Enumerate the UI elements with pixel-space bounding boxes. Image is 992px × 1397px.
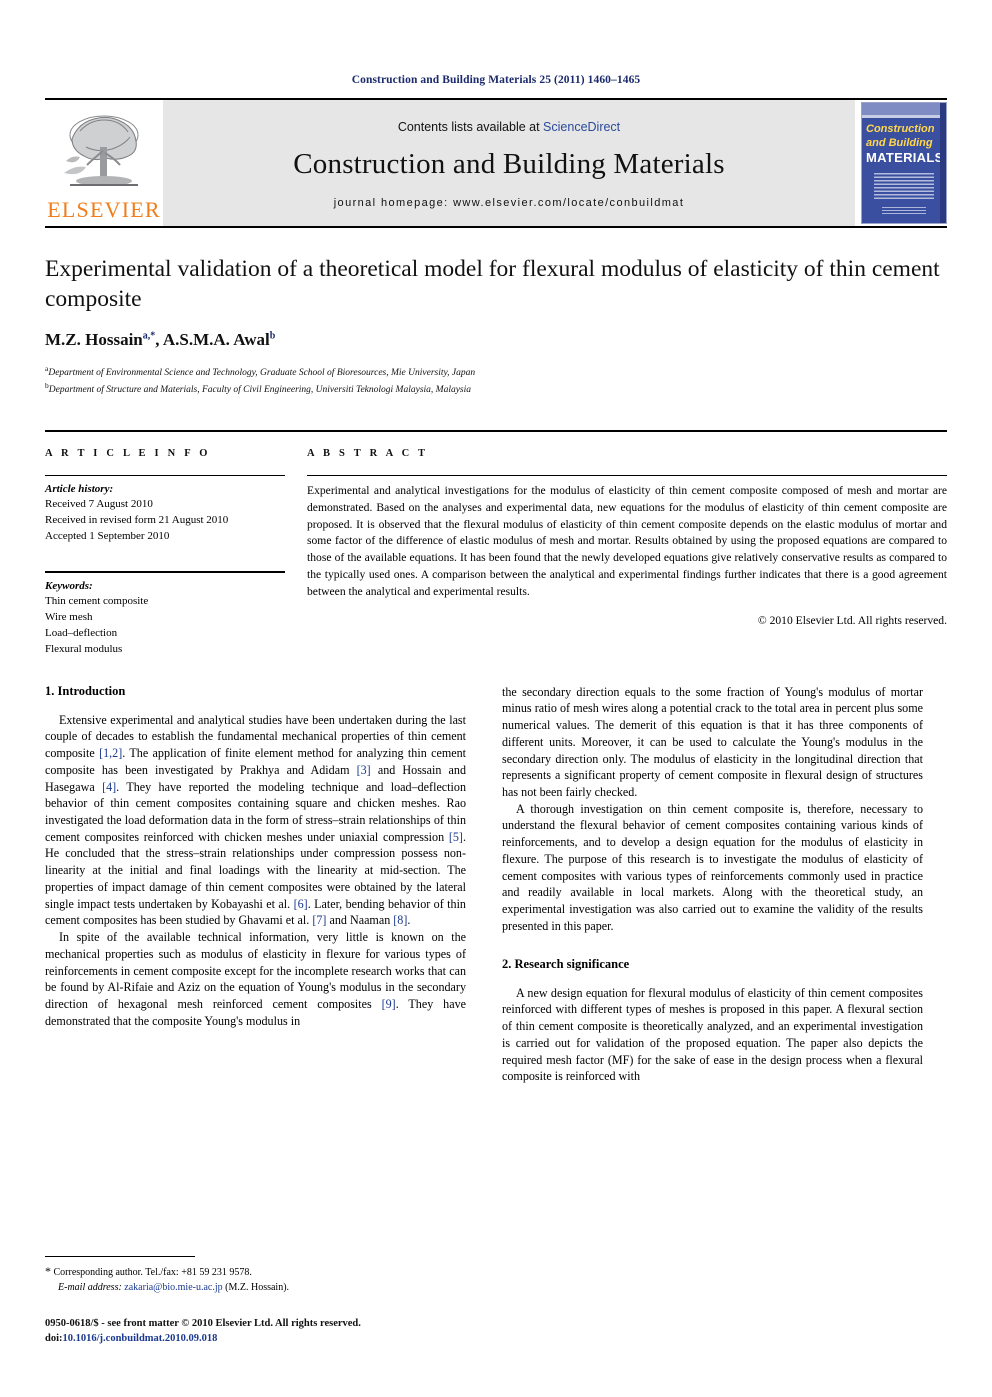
citation-ref[interactable]: [3] <box>357 763 371 777</box>
intro-paragraph-1: Extensive experimental and analytical st… <box>45 712 466 930</box>
keyword-item: Flexural modulus <box>45 642 123 655</box>
citation-ref[interactable]: [7] <box>312 913 326 927</box>
author-mark: a,* <box>142 330 156 342</box>
citation-ref[interactable]: [9] <box>382 997 396 1011</box>
paper-page: Construction and Building Materials 25 (… <box>0 74 992 1397</box>
author-mark: b <box>269 330 276 342</box>
body-column-left: 1. Introduction Extensive experimental a… <box>45 684 466 1085</box>
article-info-abstract-block: A R T I C L E I N F O Article history: R… <box>45 430 947 658</box>
section-heading-research-significance: 2. Research significance <box>502 956 630 971</box>
intro-paragraph-4: A thorough investigation on thin cement … <box>502 801 923 933</box>
abstract-rule <box>307 475 947 476</box>
running-head: Construction and Building Materials 25 (… <box>351 74 641 86</box>
keyword-item: Load–deflection <box>45 626 118 639</box>
masthead-bottom-rule <box>45 226 947 228</box>
contents-prefix: Contents lists available at <box>397 119 544 134</box>
journal-cover-thumbnail: Construction and Building MATERIALS <box>855 100 947 226</box>
article-info-column: A R T I C L E I N F O Article history: R… <box>45 432 285 658</box>
cover-top-band <box>862 103 946 115</box>
article-history-label: Article history: <box>45 483 114 495</box>
author-names: M.Z. Hossaina,*, A.S.M.A. Awalb <box>45 330 276 350</box>
masthead-center: Contents lists available at ScienceDirec… <box>163 100 855 226</box>
footnote-block: * Corresponding author. Tel./fax: +81 59… <box>45 1256 466 1295</box>
article-history-received: Received 7 August 2010 <box>45 498 153 510</box>
doi-line: doi:10.1016/j.conbuildmat.2010.09.018 <box>45 1331 515 1346</box>
abstract-label: A B S T R A C T <box>307 448 429 459</box>
intro-p1-seg-h: . <box>407 913 411 928</box>
contents-available-line: Contents lists available at ScienceDirec… <box>398 120 620 134</box>
sciencedirect-link[interactable]: ScienceDirect <box>543 120 620 134</box>
journal-homepage-link[interactable]: journal homepage: www.elsevier.com/locat… <box>334 197 685 209</box>
intro-paragraph-3: the secondary direction equals to the so… <box>502 684 923 799</box>
body-column-right: the secondary direction equals to the so… <box>502 684 923 1085</box>
cover-text-block <box>874 173 934 199</box>
corresponding-author-line: * Corresponding author. Tel./fax: +81 59… <box>45 1263 466 1281</box>
citation-ref[interactable]: [8] <box>393 913 407 927</box>
body-columns: 1. Introduction Extensive experimental a… <box>45 684 947 1085</box>
keyword-item: Thin cement composite <box>45 594 149 607</box>
footnote-rule <box>45 1256 195 1257</box>
citation-ref[interactable]: [4] <box>102 780 116 794</box>
cover-title-line1: Construction <box>866 123 935 135</box>
cover-art: Construction and Building MATERIALS <box>861 102 947 224</box>
email-line: E-mail address: zakaria@bio.mie-u.ac.jp … <box>45 1281 466 1296</box>
cover-title-line2: and Building <box>866 137 933 149</box>
affiliation-text-b: Department of Structure and Materials, F… <box>48 385 472 396</box>
cover-rule <box>862 115 946 118</box>
intro-paragraph-2: In spite of the available technical info… <box>45 929 466 1029</box>
abstract-text: Experimental and analytical investigatio… <box>307 484 947 598</box>
citation-ref[interactable]: [5] <box>449 830 463 844</box>
significance-paragraph-1: A new design equation for flexural modul… <box>502 985 923 1084</box>
corresponding-author-text: Corresponding author. Tel./fax: +81 59 2… <box>51 1267 252 1278</box>
elsevier-logo: ELSEVIER <box>45 100 163 226</box>
article-info-rule <box>45 475 285 476</box>
email-label: E-mail address: <box>58 1281 122 1293</box>
email-suffix: (M.Z. Hossain). <box>222 1281 290 1293</box>
keywords-label: Keywords: <box>45 579 93 592</box>
title-block: Experimental validation of a theoretical… <box>45 254 947 398</box>
abstract-column: A B S T R A C T Experimental and analyti… <box>307 432 947 658</box>
article-info-label: A R T I C L E I N F O <box>45 448 211 459</box>
journal-masthead: ELSEVIER Contents lists available at Sci… <box>45 98 947 226</box>
affiliation-text-a: Department of Environmental Science and … <box>48 368 476 379</box>
article-history-accepted: Accepted 1 September 2010 <box>45 529 170 542</box>
section-heading-introduction: 1. Introduction <box>45 683 126 698</box>
affiliation-a: aDepartment of Environmental Science and… <box>45 364 947 381</box>
author-list: M.Z. Hossaina,*, A.S.M.A. Awalb <box>45 330 947 350</box>
doi-link[interactable]: 10.1016/j.conbuildmat.2010.09.018 <box>63 1333 218 1344</box>
affiliation-b: bDepartment of Structure and Materials, … <box>45 381 947 398</box>
cover-title-line3: MATERIALS <box>866 150 944 165</box>
footer-identifiers: 0950-0618/$ - see front matter © 2010 El… <box>45 1316 515 1346</box>
doi-label: doi: <box>45 1333 63 1345</box>
cover-footer-block <box>882 207 926 216</box>
cover-spine <box>940 103 946 223</box>
article-history-revised: Received in revised form 21 August 2010 <box>45 513 229 526</box>
email-link[interactable]: zakaria@bio.mie-u.ac.jp <box>124 1282 222 1293</box>
journal-title: Construction and Building Materials <box>293 147 725 180</box>
citation-ref[interactable]: [1,2] <box>99 746 122 760</box>
citation-ref[interactable]: [6] <box>294 897 308 911</box>
keyword-item: Wire mesh <box>45 610 93 623</box>
abstract-copyright: © 2010 Elsevier Ltd. All rights reserved… <box>757 613 947 627</box>
page-title: Experimental validation of a theoretical… <box>45 256 940 313</box>
issn-copyright-line: 0950-0618/$ - see front matter © 2010 El… <box>45 1318 361 1329</box>
elsevier-tree-icon <box>64 115 139 186</box>
elsevier-wordmark: ELSEVIER <box>47 197 161 222</box>
keywords-rule <box>45 570 285 573</box>
intro-p1-seg-g: and Naaman <box>326 913 394 928</box>
